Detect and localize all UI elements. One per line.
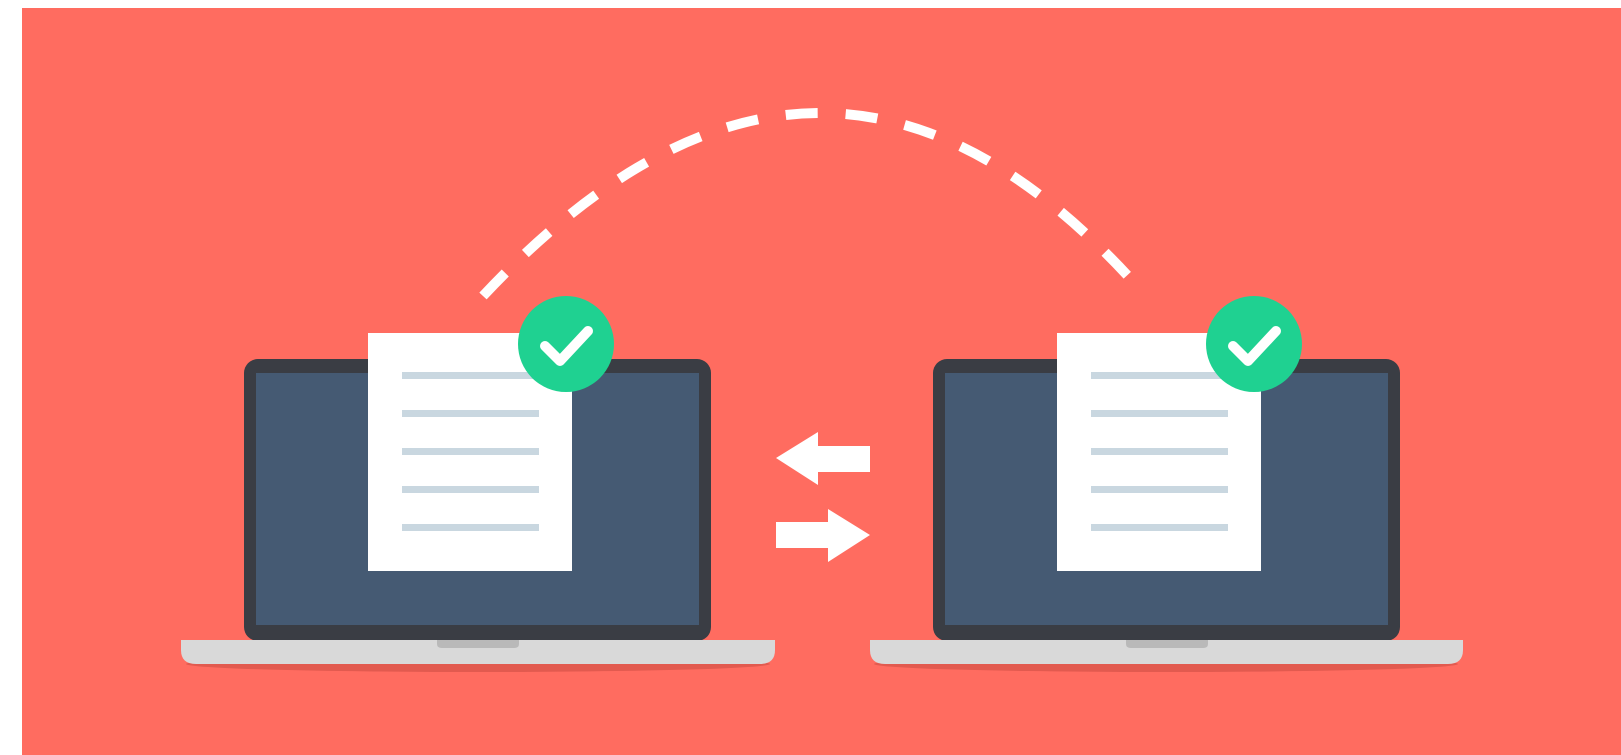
left-document-line (402, 524, 539, 531)
left-document-line (402, 486, 539, 493)
left-check-badge-circle (518, 296, 614, 392)
left-document-line (402, 410, 539, 417)
left-document-line (402, 448, 539, 455)
right-check-badge-circle (1206, 296, 1302, 392)
left-document-line (402, 372, 539, 379)
file-transfer-illustration (0, 0, 1621, 755)
right-laptop-notch (1126, 640, 1208, 648)
left-check-badge-icon (518, 296, 614, 392)
left-laptop-notch (437, 640, 519, 648)
right-check-badge-icon (1206, 296, 1302, 392)
right-document-line (1091, 524, 1228, 531)
illustration-canvas (0, 0, 1621, 755)
right-document-line (1091, 486, 1228, 493)
right-document-line (1091, 448, 1228, 455)
right-document-line (1091, 410, 1228, 417)
right-document-line (1091, 372, 1228, 379)
